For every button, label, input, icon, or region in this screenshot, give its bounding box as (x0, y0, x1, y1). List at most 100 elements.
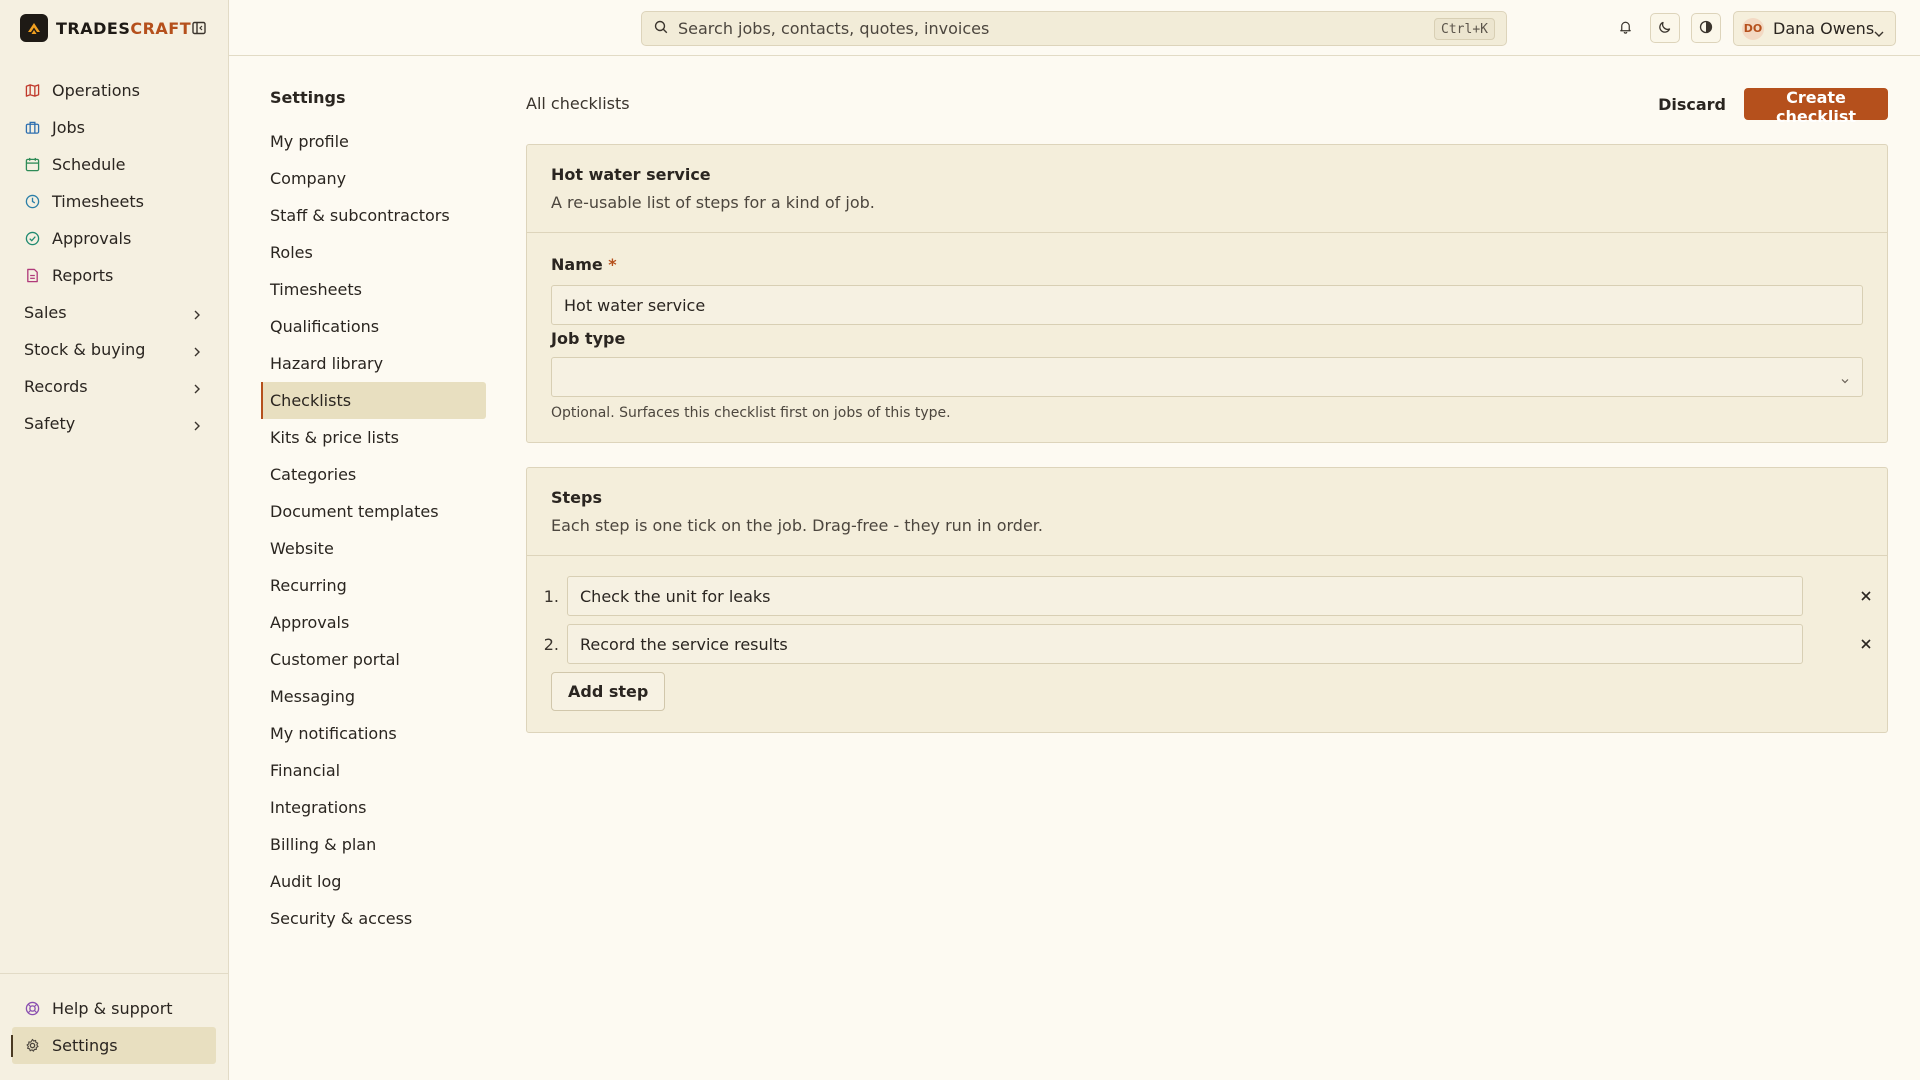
settings-nav-item-security-access[interactable]: Security & access (261, 900, 486, 937)
main-content: All checklists Discard Create checklist … (526, 88, 1888, 733)
nav-item-operations[interactable]: Operations (12, 72, 216, 109)
settings-nav-item-messaging[interactable]: Messaging (261, 678, 486, 715)
remove-step-icon[interactable] (1857, 635, 1875, 653)
search-placeholder: Search jobs, contacts, quotes, invoices (678, 19, 990, 38)
settings-nav-item-checklists[interactable]: Checklists (261, 382, 486, 419)
nav-item-label: Settings (52, 1036, 118, 1055)
settings-nav-item-hazard-library[interactable]: Hazard library (261, 345, 486, 382)
chevron-right-icon (192, 380, 202, 399)
checklist-details-card: Hot water service A re-usable list of st… (526, 144, 1888, 443)
nav-item-reports[interactable]: Reports (12, 257, 216, 294)
nav-group-safety[interactable]: Safety (12, 405, 216, 442)
nav-group-sales[interactable]: Sales (12, 294, 216, 331)
settings-nav-item-customer-portal[interactable]: Customer portal (261, 641, 486, 678)
steps-list: 1. Check the unit for leaks 2. Record th… (527, 556, 1887, 711)
bottom-nav: Help & support Settings (11, 990, 216, 1064)
check-circle-icon (24, 231, 40, 247)
nav-item-label: Jobs (52, 118, 85, 137)
nav-item-schedule[interactable]: Schedule (12, 146, 216, 183)
brand-name: TRADESCRAFT (56, 19, 191, 38)
settings-nav-item-company[interactable]: Company (261, 160, 486, 197)
step-input[interactable]: Check the unit for leaks (567, 576, 1803, 616)
settings-nav-item-label: Kits & price lists (270, 428, 399, 447)
nav-group-stock-buying[interactable]: Stock & buying (12, 331, 216, 368)
settings-nav-item-categories[interactable]: Categories (261, 456, 486, 493)
settings-nav-item-integrations[interactable]: Integrations (261, 789, 486, 826)
notifications-button[interactable] (1610, 13, 1640, 43)
nav-item-timesheets[interactable]: Timesheets (12, 183, 216, 220)
main-nav: Operations Jobs Schedule Timesheets Appr… (12, 72, 216, 442)
chevron-down-icon (1840, 371, 1850, 390)
brand[interactable]: TRADESCRAFT (20, 14, 191, 42)
settings-nav-item-label: Integrations (270, 798, 367, 817)
settings-nav-item-label: Roles (270, 243, 313, 262)
settings-nav-item-label: Messaging (270, 687, 356, 706)
card-header: Steps Each step is one tick on the job. … (527, 468, 1887, 556)
settings-nav-item-label: My profile (270, 132, 349, 151)
nav-item-help-support[interactable]: Help & support (12, 990, 216, 1027)
settings-nav-item-label: Timesheets (270, 280, 362, 299)
settings-nav-item-kits-price-lists[interactable]: Kits & price lists (261, 419, 486, 456)
discard-button[interactable]: Discard (1646, 88, 1738, 120)
nav-item-label: Reports (52, 266, 114, 285)
collapse-sidebar-icon[interactable] (190, 19, 208, 37)
step-number: 1. (543, 586, 559, 606)
remove-step-icon[interactable] (1857, 587, 1875, 605)
settings-nav-item-my-profile[interactable]: My profile (261, 123, 486, 160)
settings-nav-list: My profile Company Staff & subcontractors R… (261, 123, 486, 937)
card-subtitle: Each step is one tick on the job. Drag-f… (551, 516, 1043, 535)
nav-item-approvals[interactable]: Approvals (12, 220, 216, 257)
settings-nav-item-approvals[interactable]: Approvals (261, 604, 486, 641)
settings-nav-item-financial[interactable]: Financial (261, 752, 486, 789)
settings-nav-item-website[interactable]: Website (261, 530, 486, 567)
bell-icon (1618, 19, 1633, 38)
card-title: Hot water service (551, 165, 711, 184)
map-icon (24, 83, 40, 99)
settings-nav-item-recurring[interactable]: Recurring (261, 567, 486, 604)
job-type-label: Job type (551, 329, 626, 348)
chevron-down-icon (1873, 24, 1885, 43)
search-input[interactable]: Search jobs, contacts, quotes, invoices … (641, 11, 1507, 46)
breadcrumb-all-checklists[interactable]: All checklists (526, 94, 630, 113)
settings-nav-item-label: My notifications (270, 724, 397, 743)
settings-nav-item-billing-plan[interactable]: Billing & plan (261, 826, 486, 863)
step-row: 2. Record the service results (527, 624, 1887, 664)
step-input[interactable]: Record the service results (567, 624, 1803, 664)
nav-item-settings[interactable]: Settings (11, 1027, 216, 1064)
clock-icon (24, 194, 40, 210)
settings-nav-item-qualifications[interactable]: Qualifications (261, 308, 486, 345)
settings-nav-item-my-notifications[interactable]: My notifications (261, 715, 486, 752)
nav-item-label: Operations (52, 81, 140, 100)
settings-nav-item-staff-subcontractors[interactable]: Staff & subcontractors (261, 197, 486, 234)
card-body: Name * Hot water service Job type Option… (527, 233, 1887, 421)
topbar: Search jobs, contacts, quotes, invoices … (229, 0, 1920, 56)
nav-group-records[interactable]: Records (12, 368, 216, 405)
settings-nav-item-roles[interactable]: Roles (261, 234, 486, 271)
page-header: All checklists Discard Create checklist (526, 88, 1888, 126)
chevron-right-icon (192, 343, 202, 362)
job-type-select[interactable] (551, 357, 1863, 397)
settings-nav-item-document-templates[interactable]: Document templates (261, 493, 486, 530)
nav-item-jobs[interactable]: Jobs (12, 109, 216, 146)
nav-item-label: Sales (24, 303, 67, 322)
nav-item-label: Schedule (52, 155, 126, 174)
nav-item-label: Records (24, 377, 88, 396)
settings-nav-item-audit-log[interactable]: Audit log (261, 863, 486, 900)
card-header: Hot water service A re-usable list of st… (527, 145, 1887, 233)
theme-toggle-button[interactable] (1650, 13, 1680, 43)
nav-item-label: Approvals (52, 229, 132, 248)
nav-item-label: Stock & buying (24, 340, 146, 359)
settings-nav-item-label: Hazard library (270, 354, 384, 373)
settings-nav-item-timesheets[interactable]: Timesheets (261, 271, 486, 308)
create-checklist-button[interactable]: Create checklist (1744, 88, 1888, 126)
settings-nav-item-label: Approvals (270, 613, 350, 632)
add-step-button[interactable]: Add step (551, 672, 666, 711)
card-title: Steps (551, 488, 602, 507)
contrast-toggle-button[interactable] (1691, 13, 1721, 43)
name-field[interactable]: Hot water service (551, 285, 1863, 325)
nav-item-label: Safety (24, 414, 76, 433)
step-number: 2. (543, 634, 559, 654)
job-type-hint: Optional. Surfaces this checklist first … (551, 405, 951, 421)
user-menu-button[interactable]: DO Dana Owens (1733, 11, 1896, 46)
briefcase-icon (24, 120, 40, 136)
